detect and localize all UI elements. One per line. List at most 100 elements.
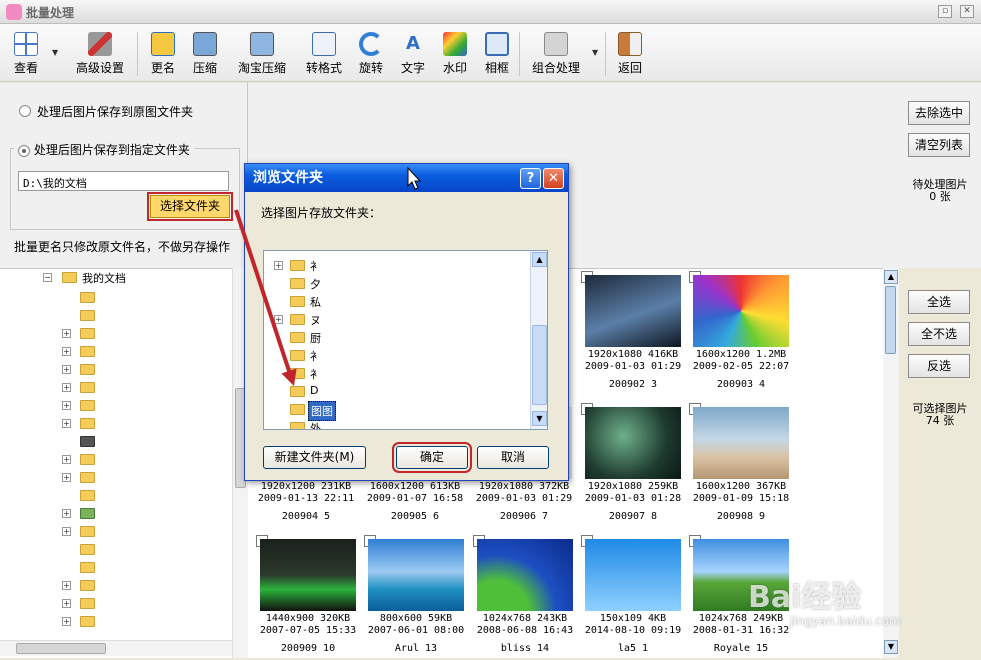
expand-icon[interactable]: + <box>62 347 71 356</box>
taobao-compress-button[interactable]: 淘宝压缩 <box>234 32 290 80</box>
compress-icon <box>193 32 217 56</box>
clear-list-button[interactable]: 清空列表 <box>908 133 970 157</box>
dialog-tree-row[interactable]: + 衤 <box>274 257 534 275</box>
dialog-tree-row[interactable]: 衤 <box>274 347 534 365</box>
dialog-close-button[interactable]: ✕ <box>543 168 564 189</box>
grid-vertical-scrollbar[interactable]: ▲ ▼ <box>883 268 899 658</box>
expand-icon[interactable]: + <box>62 581 71 590</box>
select-all-button[interactable]: 全选 <box>908 290 970 314</box>
dialog-folder-tree[interactable]: + 衤 夕 私 + ヌ 厨 衤 衤 D 图图 外 ▲ ▼ <box>263 250 548 430</box>
scroll-down-icon[interactable]: ▼ <box>532 411 547 426</box>
expand-icon[interactable]: + <box>62 509 71 518</box>
dialog-tree-row[interactable]: 夕 <box>274 275 534 293</box>
image-info: 1920x1080 372KB 2009-01-03 01:29 <box>475 481 573 504</box>
frame-icon <box>485 32 509 56</box>
folder-path-field[interactable]: D:\我的文档 <box>18 171 229 191</box>
expand-icon[interactable]: + <box>62 527 71 536</box>
image-item[interactable]: 800x600 59KB 2007-06-01 08:00 Arul 13 <box>364 535 464 660</box>
expand-icon[interactable]: + <box>62 473 71 482</box>
image-thumbnail <box>693 275 789 347</box>
chevron-down-icon[interactable]: ▼ <box>52 48 58 57</box>
chevron-down-icon[interactable]: ▼ <box>592 48 598 57</box>
scroll-thumb[interactable] <box>885 286 896 354</box>
dialog-tree-row[interactable]: 衤 <box>274 365 534 383</box>
folder-icon <box>290 386 305 397</box>
image-item[interactable]: 1920x1080 259KB 2009-01-03 01:28 200907 8 <box>581 403 681 528</box>
image-info: 800x600 59KB 2007-06-01 08:00 <box>367 613 465 636</box>
expand-icon[interactable]: + <box>62 383 71 392</box>
image-item[interactable]: 1920x1080 416KB 2009-01-03 01:29 200902 3 <box>581 271 681 396</box>
folder-icon <box>80 616 95 627</box>
folder-icon <box>290 422 305 429</box>
watermark-button[interactable]: 水印 <box>438 32 472 80</box>
convert-format-button[interactable]: 转格式 <box>302 32 346 80</box>
dialog-tree-row-selected[interactable]: 图图 <box>274 401 534 421</box>
image-item[interactable]: 1024x768 243KB 2008-06-08 16:43 bliss 14 <box>473 535 573 660</box>
scroll-up-icon[interactable]: ▲ <box>884 270 898 284</box>
folder-icon <box>290 314 305 325</box>
image-info: 1024x768 249KB 2008-01-31 16:32 <box>692 613 790 636</box>
folder-icon <box>80 382 95 393</box>
expand-icon[interactable]: + <box>274 261 283 270</box>
image-thumbnail <box>585 539 681 611</box>
combine-button[interactable]: 组合处理 <box>528 32 584 80</box>
view-button[interactable]: 查看 <box>6 32 46 80</box>
image-item[interactable]: 150x109 4KB 2014-08-10 09:19 la5 1 <box>581 535 681 660</box>
folder-icon <box>80 292 95 303</box>
invert-selection-button[interactable]: 反选 <box>908 354 970 378</box>
back-button[interactable]: 返回 <box>613 32 647 80</box>
expand-icon[interactable]: + <box>62 599 71 608</box>
image-thumbnail <box>368 539 464 611</box>
dialog-tree-row[interactable]: 私 <box>274 293 534 311</box>
remove-selected-button[interactable]: 去除选中 <box>908 101 970 125</box>
cancel-button[interactable]: 取消 <box>477 446 549 469</box>
scroll-thumb[interactable] <box>532 325 547 405</box>
image-item[interactable]: 1600x1200 367KB 2009-01-09 15:18 200908 9 <box>689 403 789 528</box>
image-thumbnail <box>585 407 681 479</box>
dialog-tree-row[interactable]: D <box>274 383 534 401</box>
collapse-icon[interactable]: − <box>43 273 52 282</box>
compress-button[interactable]: 压缩 <box>188 32 222 80</box>
expand-icon[interactable]: + <box>62 329 71 338</box>
frame-button[interactable]: 相框 <box>480 32 514 80</box>
restore-button[interactable]: ▫ <box>938 5 952 18</box>
expand-icon[interactable]: + <box>62 401 71 410</box>
ok-button[interactable]: 确定 <box>392 442 472 473</box>
save-original-radio[interactable] <box>19 105 31 117</box>
image-item[interactable]: 1600x1200 1.2MB 2009-02-05 22:07 200903 4 <box>689 271 789 396</box>
toolbar-separator <box>137 32 138 76</box>
dialog-tree-row[interactable]: 外 <box>274 419 534 429</box>
expand-icon[interactable]: + <box>62 365 71 374</box>
folder-tree[interactable]: − 我的文档 + + + + + + + + + + + + + <box>0 268 232 658</box>
close-button[interactable]: ✕ <box>960 5 974 18</box>
expand-icon[interactable]: + <box>62 617 71 626</box>
dialog-tree-scrollbar[interactable]: ▲ ▼ <box>530 251 547 429</box>
toolbar: 查看 ▼ 高级设置 更名 压缩 淘宝压缩 转格式 旋转 A 文字 水印 相框 组… <box>0 24 981 82</box>
dialog-tree-row[interactable]: + ヌ <box>274 311 534 329</box>
expand-icon[interactable]: + <box>62 419 71 428</box>
save-specified-option: 处理后图片保存到指定文件夹 <box>14 141 194 158</box>
watermark-icon <box>443 32 467 56</box>
new-folder-button[interactable]: 新建文件夹(M) <box>263 446 366 469</box>
image-item[interactable]: 1440x900 320KB 2007-07-05 15:33 200909 10 <box>256 535 356 660</box>
expand-icon[interactable]: + <box>274 315 283 324</box>
scroll-thumb[interactable] <box>16 643 106 654</box>
text-button[interactable]: A 文字 <box>396 32 430 80</box>
dialog-tree-row[interactable]: 厨 <box>274 329 534 347</box>
scroll-up-icon[interactable]: ▲ <box>532 252 547 267</box>
select-none-button[interactable]: 全不选 <box>908 322 970 346</box>
rotate-button[interactable]: 旋转 <box>354 32 388 80</box>
folder-icon <box>290 278 305 289</box>
scroll-down-icon[interactable]: ▼ <box>884 640 898 654</box>
choose-folder-button[interactable]: 选择文件夹 <box>147 192 233 221</box>
tree-root-row[interactable]: − 我的文档 <box>0 269 232 287</box>
rename-button[interactable]: 更名 <box>146 32 180 80</box>
expand-icon[interactable]: + <box>62 455 71 464</box>
advanced-settings-button[interactable]: 高级设置 <box>72 32 128 80</box>
save-specified-radio[interactable] <box>18 144 30 157</box>
watermark-url: jingyan.baidu.com <box>790 614 901 628</box>
help-button[interactable]: ? <box>520 168 541 189</box>
image-info: 1600x1200 367KB 2009-01-09 15:18 <box>692 481 790 504</box>
taobao-compress-icon <box>250 32 274 56</box>
tree-horizontal-scrollbar[interactable] <box>0 640 232 656</box>
